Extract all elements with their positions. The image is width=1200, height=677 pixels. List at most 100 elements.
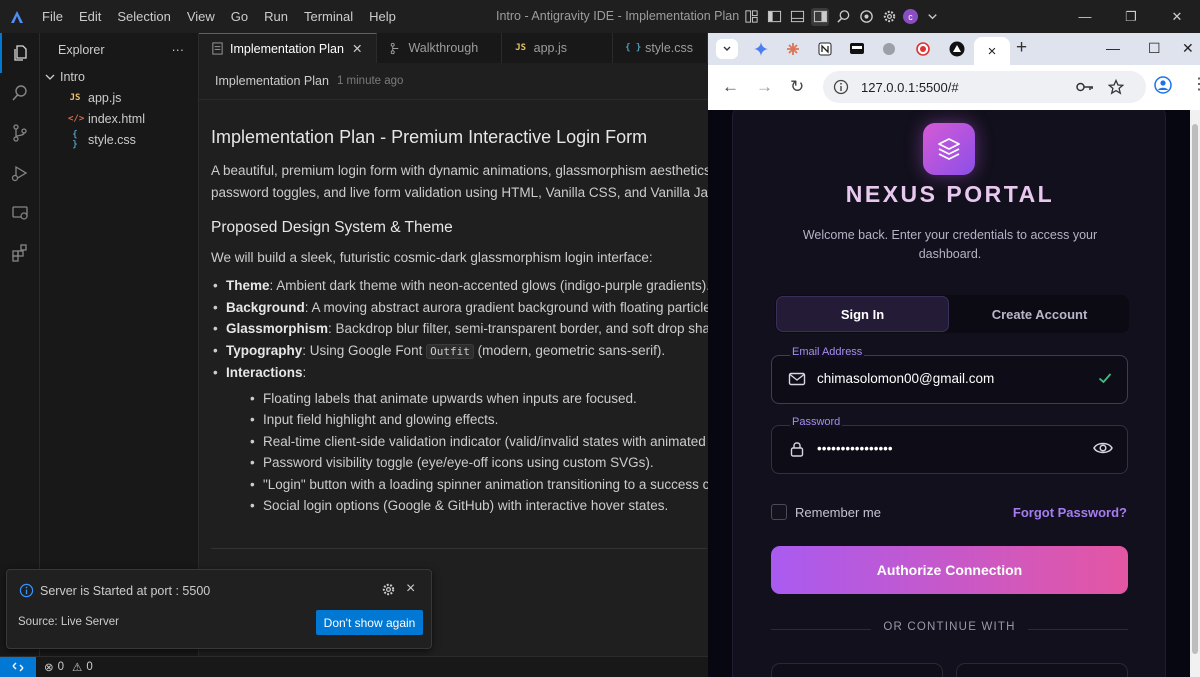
browser-menu-icon[interactable]: ⋮ bbox=[1191, 74, 1200, 94]
toggle-panel-icon[interactable] bbox=[788, 8, 806, 26]
password-field[interactable]: •••••••••••••••• bbox=[771, 425, 1128, 474]
lock-icon bbox=[790, 442, 804, 457]
js-file-icon: JS bbox=[69, 92, 81, 103]
menu-view[interactable]: View bbox=[179, 0, 223, 33]
tab-app-js[interactable]: JS app.js bbox=[502, 33, 614, 63]
notification-settings-gear-icon[interactable] bbox=[381, 582, 396, 597]
search-icon[interactable] bbox=[834, 8, 852, 26]
file-label: app.js bbox=[88, 90, 122, 105]
google-login-button[interactable] bbox=[771, 663, 943, 677]
folder-intro[interactable]: Intro bbox=[40, 66, 198, 87]
extensions-icon[interactable] bbox=[0, 233, 40, 273]
remote-explorer-icon[interactable] bbox=[0, 193, 40, 233]
toggle-primary-sidebar-icon[interactable] bbox=[765, 8, 783, 26]
window-controls: — ❐ ✕ bbox=[1062, 0, 1200, 33]
chevron-down-icon[interactable] bbox=[923, 8, 941, 26]
menu-edit[interactable]: Edit bbox=[71, 0, 109, 33]
active-browser-tab[interactable]: × bbox=[974, 37, 1010, 65]
list-item: Floating labels that animate upwards whe… bbox=[248, 388, 708, 410]
scrollbar-thumb[interactable] bbox=[1192, 124, 1198, 654]
site-info-icon[interactable] bbox=[833, 79, 849, 95]
claude-tab-icon[interactable] bbox=[782, 39, 804, 59]
new-tab-plus-icon[interactable]: + bbox=[1016, 37, 1027, 59]
profile-icon[interactable] bbox=[1154, 76, 1172, 99]
file-style-css[interactable]: { } style.css bbox=[40, 129, 198, 150]
password-value[interactable]: •••••••••••••••• bbox=[817, 441, 893, 456]
browser-close-icon[interactable]: ✕ bbox=[1182, 40, 1194, 57]
email-value[interactable]: chimasolomon00@gmail.com bbox=[817, 371, 994, 386]
browser-maximize-icon[interactable]: ☐ bbox=[1148, 40, 1161, 57]
tab-implementation-plan[interactable]: Implementation Plan ✕ bbox=[199, 33, 378, 63]
welcome-text: Welcome back. Enter your credentials to … bbox=[802, 228, 1098, 261]
eye-toggle-icon[interactable] bbox=[1093, 440, 1113, 456]
tab-sign-in[interactable]: Sign In bbox=[776, 296, 949, 332]
file-app-js[interactable]: JS app.js bbox=[40, 87, 198, 108]
close-window-icon[interactable]: ✕ bbox=[1154, 0, 1200, 33]
inline-code: Outfit bbox=[426, 343, 474, 359]
menu-terminal[interactable]: Terminal bbox=[296, 0, 361, 33]
remember-me-checkbox[interactable] bbox=[771, 504, 787, 520]
forward-arrow-icon[interactable]: → bbox=[756, 77, 773, 97]
problems-indicator[interactable]: ⊗ 0 ⚠ 0 bbox=[36, 660, 93, 674]
remember-me-label[interactable]: Remember me bbox=[795, 505, 881, 520]
vercel-tab-icon[interactable] bbox=[946, 39, 968, 59]
reload-icon[interactable]: ↻ bbox=[790, 77, 804, 97]
tab-close-icon[interactable]: × bbox=[988, 43, 997, 60]
run-debug-icon[interactable] bbox=[0, 153, 40, 193]
menu-go[interactable]: Go bbox=[223, 0, 256, 33]
dont-show-again-button[interactable]: Don't show again bbox=[316, 610, 423, 635]
notification-close-icon[interactable]: × bbox=[406, 580, 415, 598]
bullet-term: Theme bbox=[226, 278, 270, 293]
doc-section-intro: We will build a sleek, futuristic cosmic… bbox=[211, 250, 653, 265]
menu-run[interactable]: Run bbox=[256, 0, 296, 33]
tab-walkthrough[interactable]: Walkthrough bbox=[377, 33, 502, 63]
menu-help[interactable]: Help bbox=[361, 0, 404, 33]
bullet-text: (modern, geometric sans-serif). bbox=[473, 342, 666, 358]
tab-close-icon[interactable]: ✕ bbox=[352, 41, 362, 56]
explorer-icon[interactable] bbox=[0, 33, 40, 73]
tab-search-chevron-icon[interactable] bbox=[716, 39, 738, 59]
settings-gear-icon[interactable] bbox=[880, 8, 898, 26]
github-login-button[interactable] bbox=[956, 663, 1128, 677]
tab-style-css[interactable]: { } style.css bbox=[613, 33, 708, 63]
menu-selection[interactable]: Selection bbox=[109, 0, 178, 33]
accounts-globe-icon[interactable] bbox=[857, 8, 875, 26]
more-actions-icon[interactable]: ··· bbox=[172, 43, 185, 57]
email-field[interactable]: chimasolomon00@gmail.com bbox=[771, 355, 1128, 404]
url-text[interactable]: 127.0.0.1:5500/# bbox=[861, 80, 959, 95]
notion-tab-icon[interactable] bbox=[814, 39, 836, 59]
brand-title: NEXUS PORTAL bbox=[845, 181, 1055, 207]
file-index-html[interactable]: </> index.html bbox=[40, 108, 198, 129]
explorer-header: Explorer ··· bbox=[40, 33, 198, 66]
list-item: Glassmorphism: Backdrop blur filter, sem… bbox=[211, 318, 708, 340]
page-scrollbar[interactable] bbox=[1190, 110, 1200, 677]
bullet-term: Interactions bbox=[226, 365, 303, 380]
menu-file[interactable]: File bbox=[34, 0, 71, 33]
globe-tab-icon[interactable] bbox=[878, 39, 900, 59]
minimize-icon[interactable]: — bbox=[1062, 0, 1108, 33]
search-sidebar-icon[interactable] bbox=[0, 73, 40, 113]
layers-logo-icon bbox=[923, 123, 975, 175]
bookmark-star-icon[interactable] bbox=[1108, 71, 1124, 103]
document-icon bbox=[212, 42, 223, 55]
media-tab-icon[interactable] bbox=[846, 39, 868, 59]
doc-divider bbox=[211, 548, 707, 549]
record-tab-icon[interactable] bbox=[912, 39, 934, 59]
back-arrow-icon[interactable]: ← bbox=[722, 77, 739, 97]
authorize-connection-button[interactable]: Authorize Connection bbox=[771, 546, 1128, 594]
forgot-password-link[interactable]: Forgot Password? bbox=[1013, 505, 1127, 520]
file-label: style.css bbox=[88, 132, 136, 147]
source-control-icon[interactable] bbox=[0, 113, 40, 153]
gemini-tab-icon[interactable] bbox=[750, 39, 772, 59]
browser-minimize-icon[interactable]: — bbox=[1106, 40, 1120, 56]
password-key-icon[interactable] bbox=[1076, 71, 1094, 103]
tab-create-account[interactable]: Create Account bbox=[951, 296, 1128, 332]
ide-titlebar: File Edit Selection View Go Run Terminal… bbox=[0, 0, 1200, 33]
restore-icon[interactable]: ❐ bbox=[1108, 0, 1154, 33]
toggle-secondary-sidebar-icon[interactable] bbox=[811, 7, 829, 26]
account-avatar[interactable]: c bbox=[903, 9, 918, 24]
remote-indicator-icon[interactable] bbox=[0, 656, 36, 677]
customize-layout-icon[interactable] bbox=[742, 8, 760, 26]
omnibox[interactable]: 127.0.0.1:5500/# bbox=[823, 71, 1146, 103]
css-file-icon: { } bbox=[625, 43, 642, 53]
